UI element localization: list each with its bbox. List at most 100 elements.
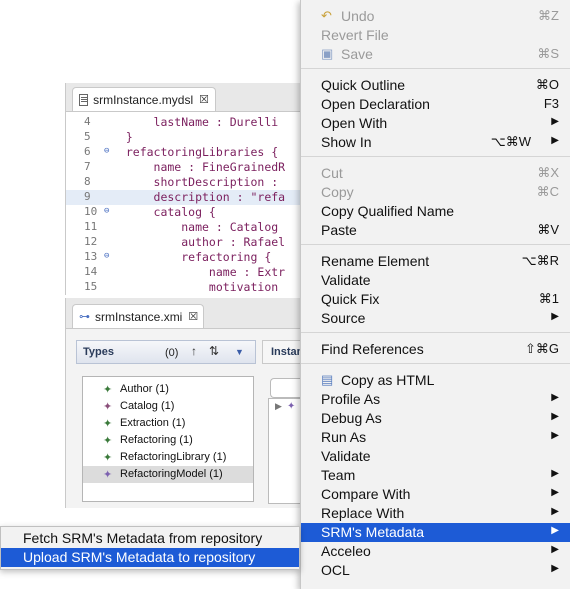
expand-icon[interactable]: ▶ [275, 401, 282, 412]
submenu-arrow-icon: ▶ [551, 506, 559, 517]
menu-item-label: Revert File [321, 27, 389, 43]
code-line: 6 ⊖ refactoringLibraries { [66, 145, 306, 160]
type-label: Extraction (1) [120, 417, 186, 429]
code-line: 5 } [66, 130, 306, 145]
menu-item-quick-fix[interactable]: Quick Fix ⌘1 [301, 290, 570, 309]
submenu-arrow-icon: ▶ [551, 525, 559, 536]
fetch-metadata-menu-item[interactable]: Fetch SRM's Metadata from repository [1, 529, 299, 548]
tab-label: srmInstance.xmi [95, 309, 183, 324]
menu-item-find-references[interactable]: Find References ⇧⌘G [301, 340, 570, 359]
model-tree-icon: ⊶ [79, 311, 90, 323]
menu-item-ocl[interactable]: OCL ▶ [301, 561, 570, 580]
context-menu: ↶ Undo ⌘Z Revert File ▣ Save ⌘S Quick Outline ⌘O… [300, 0, 570, 589]
line-number: 10 [84, 205, 98, 218]
menu-item-debug-as[interactable]: Debug As ▶ [301, 409, 570, 428]
code-text: author : Rafael [112, 235, 286, 249]
menu-item-rename-element[interactable]: Rename Element ⌥⌘R [301, 252, 570, 271]
mydsl-editor: srmInstance.mydsl ☒ 4 lastName : Durelli… [65, 83, 306, 295]
menu-item-run-as[interactable]: Run As ▶ [301, 428, 570, 447]
menu-item-source[interactable]: Source ▶ [301, 309, 570, 328]
menu-item-quick-outline[interactable]: Quick Outline ⌘O [301, 76, 570, 95]
menu-item-label: Copy Qualified Name [321, 203, 455, 219]
menu-item-shortcut: ⌘Z [538, 8, 559, 23]
menu-item-label: Fetch SRM's Metadata from repository [23, 530, 263, 546]
sort-icon[interactable]: ⇅ [209, 344, 219, 358]
line-number: 8 [84, 175, 91, 188]
submenu-arrow-icon: ▶ [551, 411, 559, 422]
menu-item-label: Run As [321, 429, 367, 445]
menu-item-srm-s-metadata[interactable]: SRM's Metadata ▶ [301, 523, 570, 542]
menu-item-label: Debug As [321, 410, 382, 426]
types-list[interactable]: ✦ Author (1) ✦ Catalog (1) ✦ Extraction (1) ✦ R… [82, 376, 254, 502]
code-line: 11 name : Catalog [66, 220, 306, 235]
menu-item-label: Save [341, 46, 373, 62]
save-icon: ▣ [321, 46, 334, 61]
menu-item-label: Quick Fix [321, 291, 380, 307]
line-number: 11 [84, 220, 98, 233]
type-icon: ✦ [103, 469, 113, 481]
types-header: Types (0) ↑ ⇅ ▼ [76, 340, 256, 364]
menu-item-label: Show In [321, 134, 372, 150]
submenu-arrow-icon: ▶ [551, 430, 559, 441]
menu-item-shortcut: ⌘1 [538, 291, 559, 306]
menu-item-label: Acceleo [321, 543, 371, 559]
menu-item-label: Replace With [321, 505, 405, 521]
menu-item-open-declaration[interactable]: Open Declaration F3 [301, 95, 570, 114]
close-icon[interactable]: ☒ [188, 310, 198, 323]
chevron-down-icon[interactable]: ▼ [235, 347, 244, 357]
line-number: 7 [84, 160, 91, 173]
menu-item-replace-with[interactable]: Replace With ▶ [301, 504, 570, 523]
menu-item-label: Open With [321, 115, 388, 131]
menu-item-shortcut: ⌥⌘R [521, 253, 559, 268]
menu-item-compare-with[interactable]: Compare With ▶ [301, 485, 570, 504]
menu-item-team[interactable]: Team ▶ [301, 466, 570, 485]
type-icon: ✦ [103, 452, 113, 464]
menu-item-shortcut: ⌘O [535, 77, 559, 92]
type-list-item[interactable]: ✦ RefactoringModel (1) [83, 466, 253, 483]
type-list-item[interactable]: ✦ Author (1) [83, 381, 253, 398]
upload-metadata-menu-item[interactable]: Upload SRM's Metadata to repository [1, 548, 299, 567]
menu-item-shortcut: ⇧⌘G [524, 341, 559, 356]
type-list-item[interactable]: ✦ Catalog (1) [83, 398, 253, 415]
menu-item-acceleo[interactable]: Acceleo ▶ [301, 542, 570, 561]
xmi-editor: ⊶ srmInstance.xmi ☒ Types (0) ↑ ⇅ ▼ ✦ Aut… [65, 298, 311, 508]
type-label: Catalog (1) [120, 400, 175, 412]
line-number: 15 [84, 280, 98, 293]
submenu-arrow-icon: ▶ [551, 392, 559, 403]
menu-item-label: Find References [321, 341, 424, 357]
tab-srminstance-xmi[interactable]: ⊶ srmInstance.xmi ☒ [72, 304, 204, 328]
code-text: refactoring { [112, 250, 272, 264]
menu-item-label: Undo [341, 8, 375, 24]
code-text: name : Catalog [112, 220, 279, 234]
type-list-item[interactable]: ✦ Refactoring (1) [83, 432, 253, 449]
menu-item-copy-qualified-name[interactable]: Copy Qualified Name [301, 202, 570, 221]
menu-item-copy-as-html[interactable]: ▤ Copy as HTML [301, 371, 570, 390]
menu-item-label: OCL [321, 562, 350, 578]
line-number: 6 [84, 145, 91, 158]
type-list-item[interactable]: ✦ Extraction (1) [83, 415, 253, 432]
menu-item-shortcut: ⌘X [537, 165, 559, 180]
fold-toggle-icon[interactable]: ⊖ [104, 146, 109, 156]
fold-toggle-icon[interactable]: ⊖ [104, 251, 109, 261]
srm-metadata-submenu: Fetch SRM's Metadata from repository Uplo… [0, 526, 300, 570]
menu-item-show-in[interactable]: Show In ⌥⌘W ▶ [301, 133, 570, 152]
type-icon: ✦ [103, 418, 113, 430]
xmi-tab-bar: ⊶ srmInstance.xmi ☒ [66, 298, 306, 329]
menu-item-open-with[interactable]: Open With ▶ [301, 114, 570, 133]
code-area[interactable]: 4 lastName : Durelli 5 } 6 ⊖ refactoringLib… [66, 111, 306, 295]
code-text: name : FineGrainedR [112, 160, 286, 174]
submenu-arrow-icon: ▶ [551, 544, 559, 555]
tab-srminstance-mydsl[interactable]: srmInstance.mydsl ☒ [72, 87, 216, 111]
menu-item-validate[interactable]: Validate [301, 271, 570, 290]
menu-item-profile-as[interactable]: Profile As ▶ [301, 390, 570, 409]
line-number: 12 [84, 235, 98, 248]
menu-item-validate[interactable]: Validate [301, 447, 570, 466]
close-icon[interactable]: ☒ [199, 93, 209, 106]
submenu-arrow-icon: ▶ [551, 116, 559, 127]
arrow-up-icon[interactable]: ↑ [191, 344, 197, 358]
type-list-item[interactable]: ✦ RefactoringLibrary (1) [83, 449, 253, 466]
code-text: catalog { [112, 205, 216, 219]
menu-item-paste[interactable]: Paste ⌘V [301, 221, 570, 240]
fold-toggle-icon[interactable]: ⊖ [104, 206, 109, 216]
submenu-arrow-icon: ▶ [551, 311, 559, 322]
